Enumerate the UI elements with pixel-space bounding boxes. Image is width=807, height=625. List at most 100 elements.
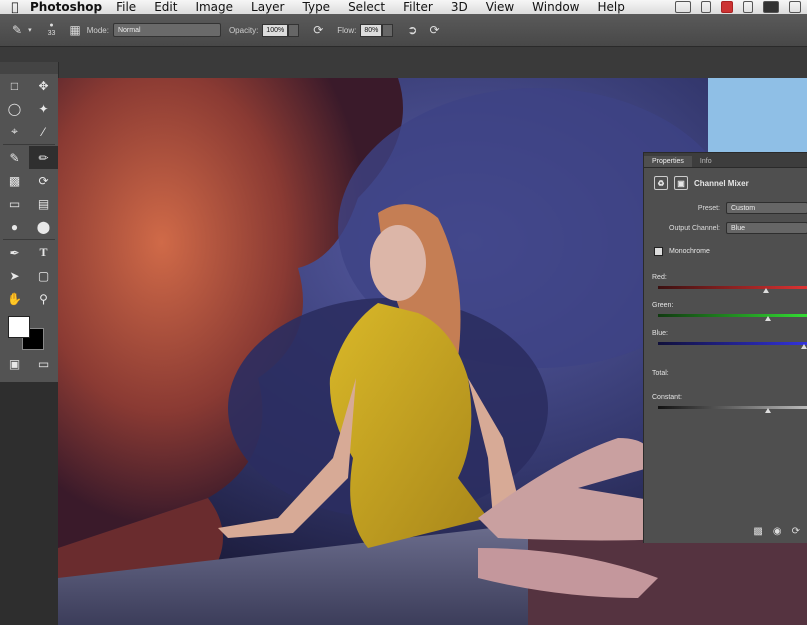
eyedropper-icon: ⁄ xyxy=(42,124,45,139)
tab-properties[interactable]: Properties xyxy=(644,156,692,167)
type-tool[interactable]: T xyxy=(29,241,58,264)
green-slider-label: Green: xyxy=(652,302,674,309)
brush-tool-icon[interactable]: ✎ xyxy=(12,23,22,37)
wifi-icon[interactable] xyxy=(743,1,753,13)
menu-type[interactable]: Type xyxy=(303,0,331,14)
brush-size-picker[interactable]: ● 33 xyxy=(48,22,56,38)
menu-image[interactable]: Image xyxy=(195,0,233,14)
airbrush-icon[interactable]: ➲ xyxy=(407,23,417,37)
tab-info[interactable]: Info xyxy=(692,156,720,167)
opacity-input[interactable]: 100% xyxy=(262,23,289,37)
opacity-stepper[interactable] xyxy=(288,23,300,37)
eyedropper-tool[interactable]: ⁄ xyxy=(29,120,58,143)
reset-icon[interactable]: ⟳ xyxy=(792,526,800,537)
healing-tool[interactable]: ✎ xyxy=(0,146,29,169)
history-brush-tool[interactable]: ⟳ xyxy=(29,169,58,192)
green-slider[interactable] xyxy=(658,312,807,321)
crop-tool[interactable]: ⌖ xyxy=(0,120,29,143)
history-brush-icon: ⟳ xyxy=(38,173,49,188)
pressure-opacity-icon[interactable]: ⟳ xyxy=(313,23,323,37)
preset-select[interactable]: Custom xyxy=(726,202,807,214)
blue-slider-thumb[interactable] xyxy=(800,344,807,349)
constant-slider-track xyxy=(658,406,807,409)
eraser-tool[interactable]: ▭ xyxy=(0,192,29,215)
gradient-tool[interactable]: ▤ xyxy=(29,192,58,215)
panel-header: ♻ ▣ Channel Mixer xyxy=(644,168,807,198)
path-select-tool[interactable]: ➤ xyxy=(0,264,29,287)
red-slider-thumb[interactable] xyxy=(763,288,769,293)
brush-panel-icon[interactable]: ▦ xyxy=(69,23,80,37)
green-slider-track xyxy=(658,314,807,317)
lasso-tool[interactable]: ◯ xyxy=(0,97,29,120)
chevron-down-icon[interactable]: ▾ xyxy=(28,26,32,34)
status-tray xyxy=(675,0,801,14)
hand-icon: ✋ xyxy=(7,291,22,306)
record-icon[interactable] xyxy=(721,1,733,13)
red-slider-track xyxy=(658,286,807,289)
dodge-tool[interactable]: ⬤ xyxy=(29,215,58,238)
menu-filter[interactable]: Filter xyxy=(403,0,433,14)
battery-icon[interactable] xyxy=(675,1,691,13)
blur-tool[interactable]: ● xyxy=(0,215,29,238)
output-channel-select[interactable]: Blue xyxy=(726,222,807,234)
quick-mask-button[interactable]: ▣ xyxy=(0,352,29,375)
flow-input[interactable]: 80% xyxy=(360,23,383,37)
mode-group: Mode: Normal xyxy=(87,23,221,37)
move-tool[interactable]: ✥ xyxy=(29,74,58,97)
shape-tool[interactable]: ▢ xyxy=(29,264,58,287)
red-slider-label: Red: xyxy=(652,274,667,281)
foreground-color-swatch[interactable] xyxy=(8,316,30,338)
brush-tool[interactable]: ✏ xyxy=(29,146,58,169)
zoom-icon: ⚲ xyxy=(39,291,48,306)
opacity-group: Opacity: 100% xyxy=(228,23,300,37)
menu-layer[interactable]: Layer xyxy=(251,0,284,14)
flow-stepper[interactable] xyxy=(382,23,394,37)
toolbox-header[interactable] xyxy=(0,62,58,74)
menu-select[interactable]: Select xyxy=(348,0,385,14)
constant-slider[interactable] xyxy=(658,404,807,413)
app-tray-icon[interactable] xyxy=(701,1,711,13)
hand-tool[interactable]: ✋ xyxy=(0,287,29,310)
eraser-icon: ▭ xyxy=(8,196,21,211)
crop-icon: ⌖ xyxy=(11,124,18,138)
view-previous-icon[interactable]: ◉ xyxy=(773,526,782,537)
healing-icon: ✎ xyxy=(9,150,20,165)
blue-slider[interactable] xyxy=(658,340,807,349)
stamp-tool[interactable]: ▩ xyxy=(0,169,29,192)
menu-help[interactable]: Help xyxy=(598,0,625,14)
blur-icon: ● xyxy=(10,219,19,234)
apple-icon[interactable]:  xyxy=(0,0,30,14)
marquee-tool[interactable]: □ xyxy=(0,74,29,97)
pen-icon: ✒ xyxy=(9,245,20,260)
monochrome-checkbox[interactable] xyxy=(654,246,663,256)
adjustment-layer-icon: ♻ xyxy=(654,176,668,190)
menu-3d[interactable]: 3D xyxy=(451,0,468,14)
red-slider[interactable] xyxy=(658,284,807,293)
pen-tool[interactable]: ✒ xyxy=(0,241,29,264)
quick-select-tool[interactable]: ✦ xyxy=(29,97,58,120)
menu-edit[interactable]: Edit xyxy=(154,0,177,14)
zoom-tool[interactable]: ⚲ xyxy=(29,287,58,310)
airplay-icon[interactable] xyxy=(763,1,779,13)
menu-file[interactable]: File xyxy=(116,0,136,14)
toolbox: □ ✥ ◯ ✦ ⌖ ⁄ ✎ ✏ ▩ ⟳ ▭ ▤ ● ⬤ ✒ T ➤ ▢ ✋ ⚲ … xyxy=(0,62,59,382)
shape-icon: ▢ xyxy=(37,268,50,283)
mode-select[interactable]: Normal xyxy=(112,23,221,37)
quick-mask-icon: ▣ xyxy=(8,356,21,371)
menu-view[interactable]: View xyxy=(486,0,514,14)
type-icon: T xyxy=(39,245,48,259)
clip-to-layer-icon[interactable]: ▩ xyxy=(753,526,762,537)
screen-mode-button[interactable]: ▭ xyxy=(29,352,58,375)
constant-slider-thumb[interactable] xyxy=(764,408,771,413)
layer-mask-icon[interactable]: ▣ xyxy=(674,176,688,190)
blue-slider-track xyxy=(658,342,807,345)
green-slider-thumb[interactable] xyxy=(764,316,771,321)
menu-window[interactable]: Window xyxy=(532,0,579,14)
pressure-size-icon[interactable]: ⟳ xyxy=(429,23,439,37)
app-menu[interactable]: Photoshop xyxy=(30,0,102,14)
volume-icon[interactable] xyxy=(789,1,801,13)
blue-slider-label: Blue: xyxy=(652,330,668,337)
constant-slider-label: Constant: xyxy=(652,394,682,401)
move-icon: ✥ xyxy=(38,78,49,93)
opacity-label: Opacity: xyxy=(228,25,259,35)
